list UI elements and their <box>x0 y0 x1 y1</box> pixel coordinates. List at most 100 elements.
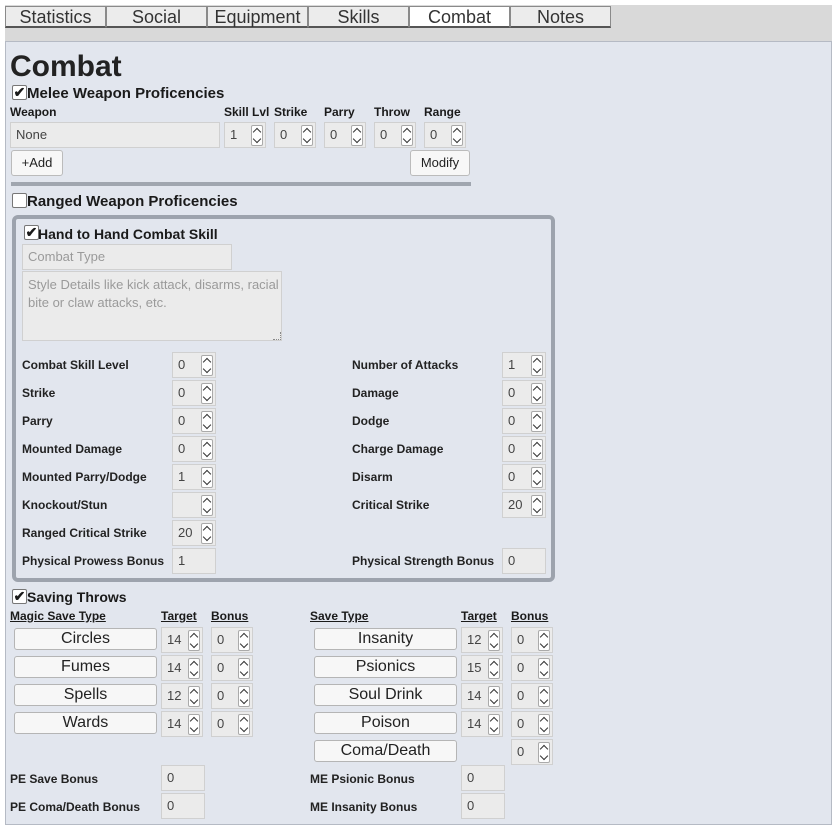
spinner-icon[interactable] <box>201 523 213 544</box>
hth-stat-stepper[interactable]: 0 <box>502 464 546 490</box>
resize-handle-icon[interactable] <box>273 332 281 340</box>
spinner-icon[interactable] <box>401 125 413 146</box>
ranged-checkbox[interactable] <box>12 193 27 208</box>
hth-stat-stepper[interactable]: 0 <box>502 380 546 406</box>
save-button-soul-drink[interactable]: Soul Drink <box>314 684 457 706</box>
saves-checkbox[interactable]: ✔ <box>12 589 27 604</box>
spinner-icon[interactable] <box>238 658 250 679</box>
save-bonus-stepper[interactable]: 0 <box>511 627 553 653</box>
style-details-textarea[interactable]: Style Details like kick attack, disarms,… <box>22 271 282 341</box>
save-bonus-stepper[interactable]: 0 <box>511 683 553 709</box>
tab-notes[interactable]: Notes <box>510 6 611 28</box>
hth-stat-stepper[interactable]: 0 <box>172 352 216 378</box>
save-target-stepper[interactable]: 12 <box>461 627 503 653</box>
save-target-stepper[interactable]: 15 <box>461 655 503 681</box>
spinner-icon[interactable] <box>238 714 250 735</box>
spinner-icon[interactable] <box>531 439 543 460</box>
save-bonus-stepper[interactable]: 0 <box>511 655 553 681</box>
range-stepper[interactable]: 0 <box>424 122 466 148</box>
throw-stepper[interactable]: 0 <box>374 122 416 148</box>
spinner-icon[interactable] <box>301 125 313 146</box>
hth-checkbox[interactable]: ✔ <box>24 225 39 240</box>
save-target-stepper[interactable]: 14 <box>461 683 503 709</box>
save-target-stepper[interactable]: 12 <box>161 683 203 709</box>
save-bonus-field[interactable]: 0 <box>461 765 505 791</box>
spinner-icon[interactable] <box>538 714 550 735</box>
spinner-icon[interactable] <box>251 125 263 146</box>
tab-skills[interactable]: Skills <box>308 6 409 28</box>
save-button-insanity[interactable]: Insanity <box>314 628 457 650</box>
spinner-icon[interactable] <box>531 467 543 488</box>
save-bonus-stepper[interactable]: 0 <box>211 627 253 653</box>
spinner-icon[interactable] <box>531 383 543 404</box>
hth-stat-stepper[interactable] <box>172 492 216 518</box>
save-bonus-stepper[interactable]: 0 <box>211 655 253 681</box>
combat-type-input[interactable]: Combat Type <box>22 244 232 270</box>
spinner-icon[interactable] <box>488 686 500 707</box>
hth-stat-stepper[interactable]: 0 <box>172 380 216 406</box>
hth-stat-stepper[interactable]: 0 <box>172 436 216 462</box>
spinner-icon[interactable] <box>538 658 550 679</box>
spinner-icon[interactable] <box>201 411 213 432</box>
save-button-spells[interactable]: Spells <box>14 684 157 706</box>
hth-stat-stepper[interactable]: 20 <box>502 492 546 518</box>
save-bonus-stepper[interactable]: 0 <box>511 711 553 737</box>
save-target-stepper[interactable]: 14 <box>461 711 503 737</box>
save-bonus-stepper[interactable]: 0 <box>211 711 253 737</box>
skill-level-stepper[interactable]: 1 <box>224 122 266 148</box>
save-bonus-field[interactable]: 0 <box>461 793 505 819</box>
save-button-psionics[interactable]: Psionics <box>314 656 457 678</box>
save-bonus-stepper[interactable]: 0 <box>511 739 553 765</box>
spinner-icon[interactable] <box>188 686 200 707</box>
save-target-stepper[interactable]: 14 <box>161 655 203 681</box>
spinner-icon[interactable] <box>201 355 213 376</box>
spinner-icon[interactable] <box>188 714 200 735</box>
hth-stat-stepper[interactable]: 1 <box>502 352 546 378</box>
spinner-icon[interactable] <box>531 411 543 432</box>
tab-combat[interactable]: Combat <box>409 6 510 28</box>
spinner-icon[interactable] <box>351 125 363 146</box>
save-target-stepper[interactable]: 14 <box>161 627 203 653</box>
spinner-icon[interactable] <box>531 355 543 376</box>
spinner-icon[interactable] <box>201 383 213 404</box>
spinner-icon[interactable] <box>451 125 463 146</box>
spinner-icon[interactable] <box>188 658 200 679</box>
spinner-icon[interactable] <box>538 630 550 651</box>
strike-stepper[interactable]: 0 <box>274 122 316 148</box>
save-bonus-field[interactable]: 0 <box>161 793 205 819</box>
spinner-icon[interactable] <box>531 495 543 516</box>
tab-social[interactable]: Social <box>106 6 207 28</box>
spinner-icon[interactable] <box>201 467 213 488</box>
spinner-icon[interactable] <box>201 439 213 460</box>
save-button-fumes[interactable]: Fumes <box>14 656 157 678</box>
tab-statistics[interactable]: Statistics <box>5 6 106 28</box>
save-button-wards[interactable]: Wards <box>14 712 157 734</box>
spinner-icon[interactable] <box>488 714 500 735</box>
save-button-coma-death[interactable]: Coma/Death <box>314 740 457 762</box>
save-bonus-stepper[interactable]: 0 <box>211 683 253 709</box>
save-bonus-field[interactable]: 0 <box>161 765 205 791</box>
spinner-icon[interactable] <box>238 686 250 707</box>
hth-stat-stepper[interactable]: 20 <box>172 520 216 546</box>
spinner-icon[interactable] <box>201 495 213 516</box>
add-weapon-button[interactable]: +Add <box>11 150 63 176</box>
hth-stat-field[interactable]: 0 <box>502 548 546 574</box>
hth-stat-stepper[interactable]: 0 <box>502 436 546 462</box>
spinner-icon[interactable] <box>488 658 500 679</box>
weapon-select[interactable]: None <box>10 122 220 148</box>
melee-checkbox[interactable]: ✔ <box>12 85 27 100</box>
save-button-poison[interactable]: Poison <box>314 712 457 734</box>
spinner-icon[interactable] <box>488 630 500 651</box>
spinner-icon[interactable] <box>538 686 550 707</box>
modify-button[interactable]: Modify <box>410 150 470 176</box>
save-button-circles[interactable]: Circles <box>14 628 157 650</box>
save-target-stepper[interactable]: 14 <box>161 711 203 737</box>
hth-stat-stepper[interactable]: 1 <box>172 464 216 490</box>
hth-stat-stepper[interactable]: 0 <box>172 408 216 434</box>
tab-equipment[interactable]: Equipment <box>207 6 308 28</box>
hth-stat-stepper[interactable]: 0 <box>502 408 546 434</box>
hth-stat-field[interactable]: 1 <box>172 548 216 574</box>
parry-stepper[interactable]: 0 <box>324 122 366 148</box>
spinner-icon[interactable] <box>538 742 550 763</box>
spinner-icon[interactable] <box>238 630 250 651</box>
